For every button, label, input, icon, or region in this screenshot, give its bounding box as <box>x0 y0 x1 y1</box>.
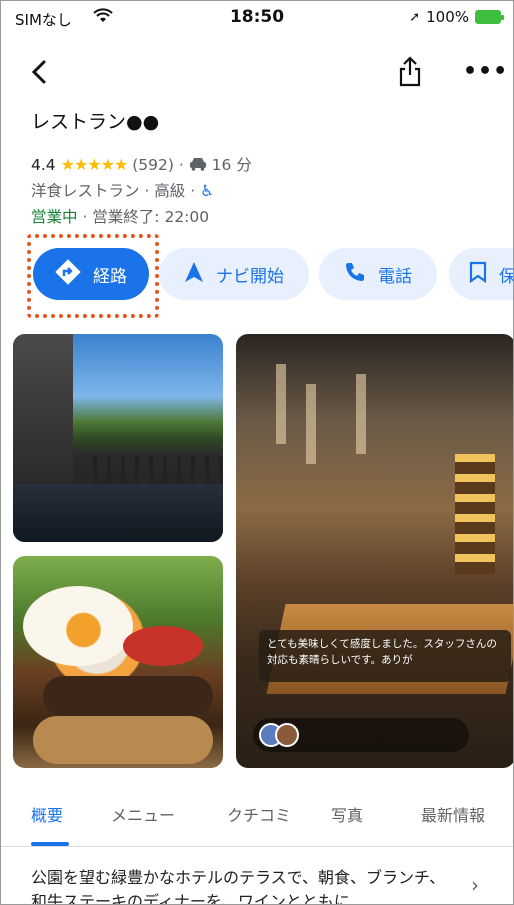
review-count[interactable]: (592) <box>132 156 174 174</box>
hours-row[interactable]: 営業中 · 営業終了: 22:00 <box>31 205 209 227</box>
closing-time: · 営業終了: 22:00 <box>82 208 210 226</box>
car-icon <box>189 156 212 174</box>
navigation-arrow-icon <box>184 261 204 288</box>
tab-reviews[interactable]: クチコミ <box>227 802 291 826</box>
photo-dining-room[interactable] <box>236 334 513 768</box>
category: 洋食レストラン · 高級 · <box>31 182 196 200</box>
share-button[interactable] <box>395 55 425 89</box>
divider <box>1 846 513 847</box>
save-button[interactable]: 保 <box>449 248 513 300</box>
battery-percent: 100% <box>426 8 469 26</box>
battery-icon <box>475 10 504 24</box>
tab-overview[interactable]: 概要 <box>31 802 63 826</box>
bookmark-icon <box>469 261 487 288</box>
start-navigation-button[interactable]: ナビ開始 <box>159 248 309 300</box>
back-button[interactable] <box>25 57 55 87</box>
reviewer-avatars <box>253 718 469 752</box>
category-row: 洋食レストラン · 高級 · ♿ <box>31 179 214 201</box>
phone-icon <box>344 261 366 288</box>
avatar <box>275 723 299 747</box>
place-description[interactable]: 公園を望む緑豊かなホテルのテラスで、朝食、ブランチ、和牛ステーキのディナーを、ワ… <box>31 866 451 904</box>
start-navigation-label: ナビ開始 <box>216 266 284 287</box>
place-name: レストラン●● <box>31 111 160 133</box>
location-arrow-icon: ➚ <box>409 9 421 25</box>
rating-value: 4.4 <box>31 156 56 174</box>
more-options-button[interactable]: ••• <box>463 59 507 85</box>
drive-time: 16 分 <box>211 156 252 174</box>
tab-photos[interactable]: 写真 <box>331 802 363 826</box>
status-bar: SIMなし 18:50 ➚ 100% <box>1 1 513 41</box>
save-label: 保 <box>499 262 513 287</box>
photo-terrace[interactable] <box>13 334 223 542</box>
rating-row: 4.4 ★★★★★ (592) · 16 分 <box>31 155 252 174</box>
app-screen: SIMなし 18:50 ➚ 100% ••• レストラン●● 4.4 ★★★★★ <box>0 0 514 905</box>
tab-updates[interactable]: 最新情報 <box>421 802 485 826</box>
review-snippet[interactable]: とても美味しくて感度しました。スタッフさんの対応も素晴らしいです。ありが <box>259 630 511 682</box>
tab-bar: 概要 メニュー クチコミ 写真 最新情報 <box>1 798 513 844</box>
highlight-box <box>27 234 159 318</box>
tab-menu[interactable]: メニュー <box>111 802 175 826</box>
wheelchair-icon: ♿ <box>200 182 214 200</box>
photo-burger[interactable] <box>13 556 223 768</box>
call-button[interactable]: 電話 <box>319 248 437 300</box>
chevron-right-icon[interactable]: › <box>471 873 479 897</box>
open-status: 営業中 <box>31 208 78 226</box>
call-label: 電話 <box>378 266 412 287</box>
rating-stars: ★★★★★ <box>60 155 129 174</box>
share-icon <box>399 56 421 87</box>
